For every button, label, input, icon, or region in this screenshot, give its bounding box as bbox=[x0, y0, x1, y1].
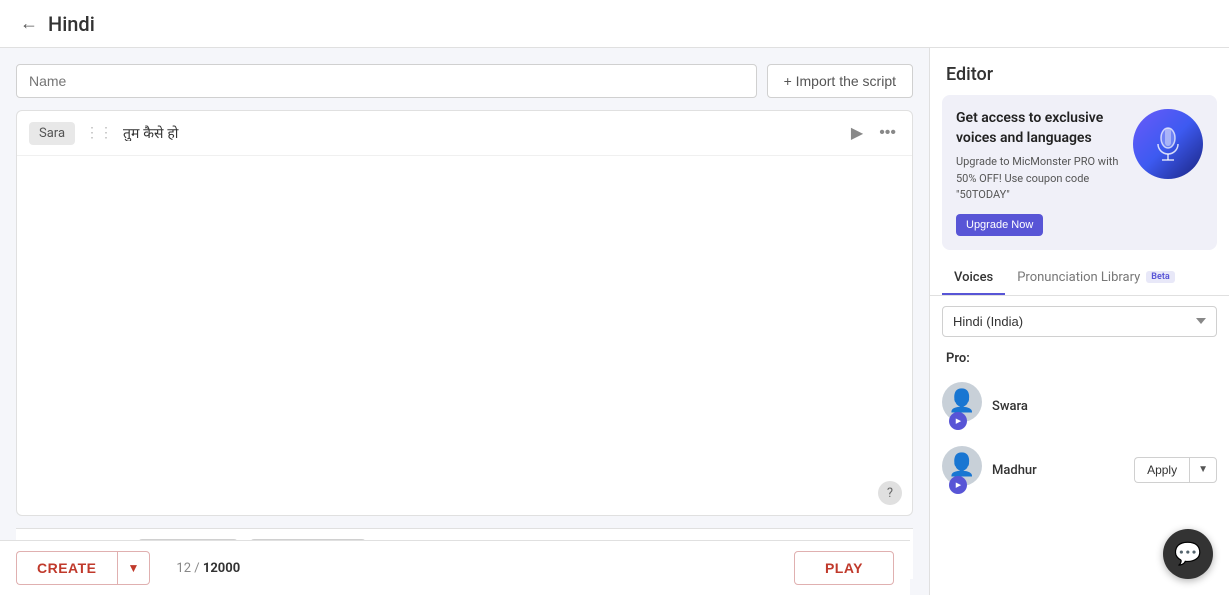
script-area: Sara ⋮⋮ ▶ ••• ? bbox=[16, 110, 913, 516]
beta-badge: Beta bbox=[1146, 271, 1174, 283]
tab-pronunciation-library[interactable]: Pronunciation Library Beta bbox=[1005, 262, 1186, 295]
page-title: Hindi bbox=[48, 12, 95, 36]
language-select[interactable]: Hindi (India) Hindi (India) - Female Hin… bbox=[942, 306, 1217, 337]
block-text-input[interactable] bbox=[123, 125, 839, 141]
voice-name-madhur: Madhur bbox=[992, 463, 1037, 478]
microphone-icon bbox=[1148, 124, 1188, 164]
main-layout: + Import the script Sara ⋮⋮ ▶ ••• ? + Ad… bbox=[0, 48, 1229, 595]
block-play-button[interactable]: ▶ bbox=[847, 121, 867, 145]
footer-bar: CREATE ▼ 12 / 12000 PLAY bbox=[0, 540, 910, 595]
name-input[interactable] bbox=[16, 64, 757, 98]
create-button-group: CREATE ▼ bbox=[16, 551, 150, 585]
help-icon[interactable]: ? bbox=[878, 481, 902, 505]
pro-label: Pro: bbox=[930, 347, 1229, 374]
create-button[interactable]: CREATE bbox=[16, 551, 117, 585]
play-button[interactable]: PLAY bbox=[794, 551, 894, 585]
voice-avatar-wrap-madhur: 👤 bbox=[942, 446, 982, 494]
chat-icon: 💬 bbox=[1174, 542, 1201, 567]
voice-item-swara: 👤 Swara bbox=[930, 374, 1229, 438]
editor-panel: Editor Get access to exclusive voices an… bbox=[929, 48, 1229, 595]
drag-handle-icon[interactable]: ⋮⋮ bbox=[83, 125, 115, 141]
apply-dropdown-button[interactable]: ▼ bbox=[1189, 457, 1217, 483]
promo-card: Get access to exclusive voices and langu… bbox=[942, 95, 1217, 250]
chat-fab[interactable]: 💬 bbox=[1163, 529, 1213, 579]
voice-play-button-madhur[interactable] bbox=[949, 476, 967, 494]
promo-heading: Get access to exclusive voices and langu… bbox=[956, 109, 1123, 148]
promo-body: Upgrade to MicMonster PRO with 50% OFF! … bbox=[956, 154, 1123, 204]
apply-button-group: Apply ▼ bbox=[1134, 457, 1217, 483]
promo-text: Get access to exclusive voices and langu… bbox=[956, 109, 1123, 236]
voice-item-madhur: 👤 Madhur Apply ▼ bbox=[930, 438, 1229, 502]
left-panel: + Import the script Sara ⋮⋮ ▶ ••• ? + Ad… bbox=[0, 48, 929, 595]
voice-name-swara: Swara bbox=[992, 399, 1028, 414]
name-row: + Import the script bbox=[16, 64, 913, 98]
voice-avatar-wrap-swara: 👤 bbox=[942, 382, 982, 430]
speaker-badge[interactable]: Sara bbox=[29, 122, 75, 145]
editor-tabs: Voices Pronunciation Library Beta bbox=[930, 262, 1229, 296]
header: ← Hindi bbox=[0, 0, 1229, 48]
voice-play-button-swara[interactable] bbox=[949, 412, 967, 430]
char-count: 12 / 12000 bbox=[176, 561, 240, 576]
language-select-wrapper: Hindi (India) Hindi (India) - Female Hin… bbox=[930, 296, 1229, 347]
promo-image bbox=[1133, 109, 1203, 179]
upgrade-button[interactable]: Upgrade Now bbox=[956, 214, 1043, 236]
script-block-row: Sara ⋮⋮ ▶ ••• bbox=[17, 111, 912, 156]
voice-info-swara: Swara bbox=[992, 398, 1217, 414]
block-more-button[interactable]: ••• bbox=[875, 122, 900, 144]
editor-title: Editor bbox=[930, 48, 1229, 95]
apply-button[interactable]: Apply bbox=[1134, 457, 1189, 483]
back-button[interactable]: ← bbox=[20, 13, 38, 34]
voice-info-madhur: Madhur bbox=[992, 462, 1124, 478]
tab-voices[interactable]: Voices bbox=[942, 262, 1005, 295]
import-button[interactable]: + Import the script bbox=[767, 64, 913, 98]
create-dropdown-button[interactable]: ▼ bbox=[117, 551, 151, 585]
